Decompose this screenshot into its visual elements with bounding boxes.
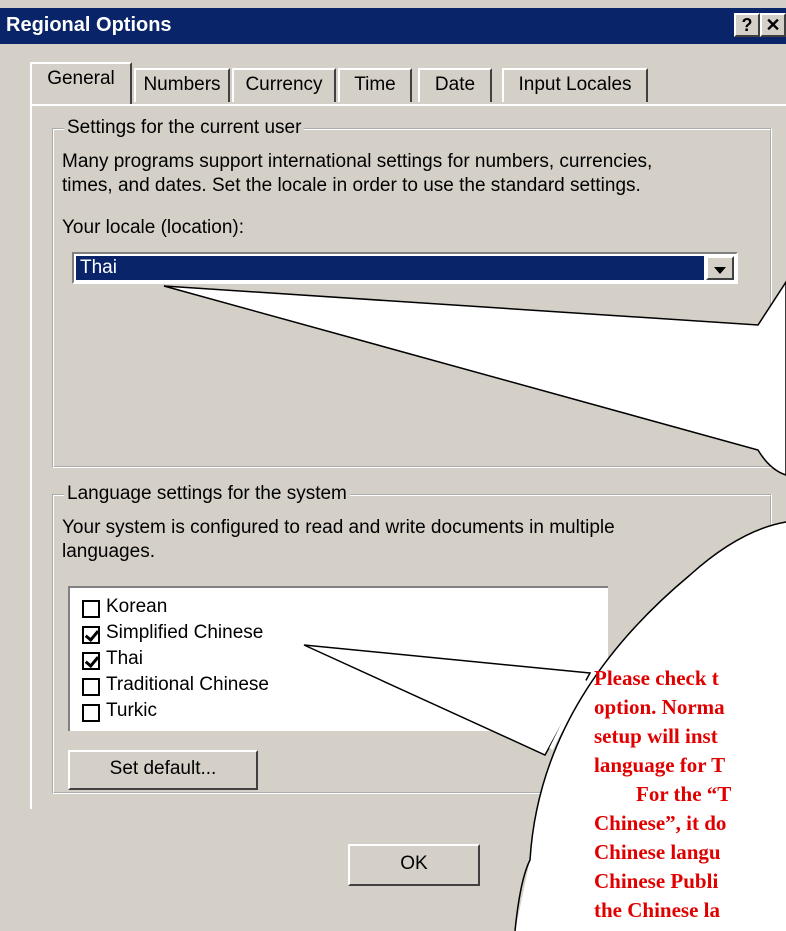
tab-currency[interactable]: Currency <box>232 68 336 102</box>
language-label: Simplified Chinese <box>106 622 264 643</box>
callout-line-3: setup will inst <box>594 724 718 748</box>
checkbox-icon[interactable] <box>82 704 100 722</box>
callout-line-2: option. Norma <box>594 695 725 719</box>
locale-dropdown[interactable]: Thai <box>72 252 738 284</box>
system-description-line2: languages. <box>62 541 155 562</box>
checkbox-icon[interactable] <box>82 600 100 618</box>
callout-line-7: Chinese langu <box>594 840 721 864</box>
checkbox-icon[interactable] <box>82 678 100 696</box>
callout-line-9: the Chinese la <box>594 898 720 922</box>
tab-date[interactable]: Date <box>418 68 492 102</box>
ok-button[interactable]: OK <box>348 844 480 886</box>
tab-input-locales[interactable]: Input Locales <box>502 68 648 102</box>
callout-line-5: For the “T <box>636 782 732 806</box>
user-description-line1: Many programs support international sett… <box>62 151 653 172</box>
tab-numbers[interactable]: Numbers <box>134 68 230 102</box>
tab-general[interactable]: General <box>30 62 132 104</box>
locale-label: Your locale (location): <box>62 217 245 238</box>
system-language-legend: Language settings for the system <box>64 483 350 505</box>
help-button[interactable]: ? <box>734 13 760 37</box>
callout-line-8: Chinese Publi <box>594 869 719 893</box>
callout-line-6: Chinese”, it do <box>594 811 727 835</box>
tab-time[interactable]: Time <box>338 68 412 102</box>
checkbox-checked-icon[interactable] <box>82 652 100 670</box>
user-description-line2: times, and dates. Set the locale in orde… <box>62 175 641 196</box>
language-label: Traditional Chinese <box>106 674 269 695</box>
language-list: Korean Simplified Chinese Thai Tradition… <box>68 586 608 731</box>
checkbox-checked-icon[interactable] <box>82 626 100 644</box>
chevron-down-icon[interactable] <box>706 256 734 280</box>
callout-line-4: language for T <box>594 753 726 777</box>
system-description-line1: Your system is configured to read and wr… <box>62 517 615 538</box>
language-label: Thai <box>106 648 143 669</box>
language-label: Turkic <box>106 700 158 721</box>
set-default-button[interactable]: Set default... <box>68 750 258 790</box>
close-button[interactable]: ✕ <box>760 13 786 37</box>
callout-line-1: Please check t <box>594 666 719 690</box>
title-bar: Regional Options ? ✕ <box>0 8 786 44</box>
language-label: Korean <box>106 596 168 617</box>
window-title: Regional Options <box>6 14 172 36</box>
current-user-legend: Settings for the current user <box>64 117 305 139</box>
locale-selected-value: Thai <box>76 256 704 280</box>
